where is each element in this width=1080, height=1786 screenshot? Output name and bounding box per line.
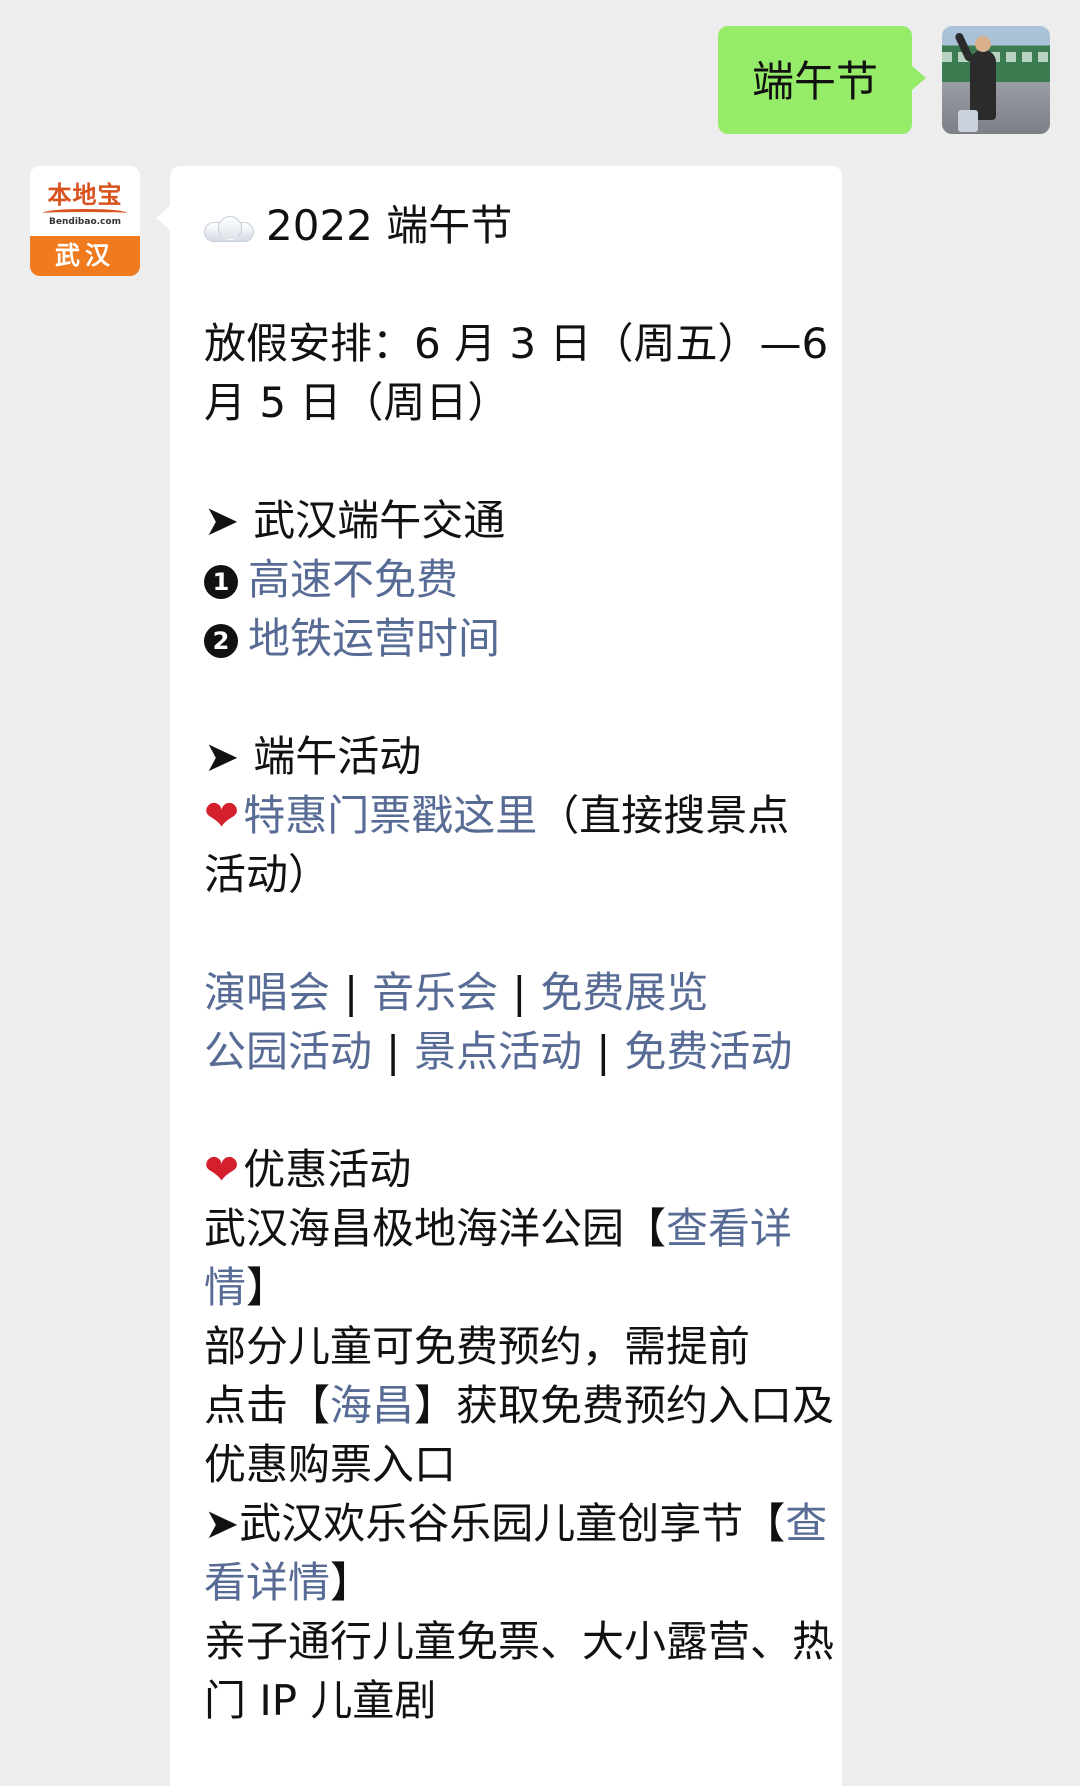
activities-heading: 端午活动 bbox=[253, 732, 422, 781]
category-links-row-2: 公园活动 | 景点活动 | 免费活动 bbox=[204, 1022, 808, 1081]
traffic-heading-line: ➤ 武汉端午交通 bbox=[204, 491, 808, 550]
tickets-line: ❤特惠门票戳这里（直接搜景点 bbox=[204, 786, 808, 845]
park-activities-link[interactable]: 公园活动 bbox=[204, 1027, 372, 1076]
user-message-text: 端午节 bbox=[751, 57, 878, 106]
haichang-line-2: 情】 bbox=[204, 1258, 808, 1317]
bot-message-bubble: 2022 端午节 放假安排：6 月 3 日（周五）—6 月 5 日（周日） ➤ 武… bbox=[156, 166, 842, 1786]
user-message-row: 端午节 bbox=[717, 26, 1050, 134]
bot-logo: 本地宝 Bendibao.com bbox=[30, 166, 140, 236]
user-message-bubble[interactable]: 端午节 bbox=[717, 26, 927, 134]
music-concert-link[interactable]: 音乐会 bbox=[372, 968, 498, 1017]
traffic-item-2: 2 地铁运营时间 bbox=[204, 609, 808, 668]
message-title-line: 2022 端午节 bbox=[204, 196, 808, 255]
separator: | bbox=[596, 1027, 611, 1076]
tickets-note-line-2: 活动） bbox=[204, 850, 331, 899]
haichang-desc-suffix: 】获取免费预约入口及 bbox=[414, 1381, 835, 1430]
heart-icon: ❤ bbox=[204, 1145, 240, 1194]
bot-logo-city: 武汉 bbox=[30, 236, 140, 276]
highway-toll-link[interactable]: 高速不免费 bbox=[248, 555, 458, 604]
bot-avatar[interactable]: 本地宝 Bendibao.com 武汉 bbox=[30, 166, 140, 276]
separator: | bbox=[512, 968, 527, 1017]
tickets-note: （直接搜景点 bbox=[537, 791, 790, 840]
arrow-icon: ➤ bbox=[204, 1499, 240, 1548]
happyvalley-detail-link-cont[interactable]: 看详情 bbox=[204, 1558, 330, 1607]
discount-heading: 优惠活动 bbox=[243, 1145, 412, 1194]
message-title: 2022 端午节 bbox=[266, 201, 513, 250]
bot-message-row: 本地宝 Bendibao.com 武汉 2022 端午节 放假安排：6 月 3 … bbox=[30, 166, 842, 1786]
cloud-icon bbox=[204, 215, 254, 242]
scenic-activities-link[interactable]: 景点活动 bbox=[414, 1027, 582, 1076]
free-exhibition-link[interactable]: 免费展览 bbox=[540, 968, 708, 1017]
bot-logo-brand: 本地宝 bbox=[47, 180, 123, 209]
arrow-icon: ➤ bbox=[204, 732, 240, 781]
haichang-desc-line-1: 部分儿童可免费预约，需提前 bbox=[204, 1322, 751, 1371]
close-bracket: 】 bbox=[246, 1263, 289, 1312]
haichang-desc-line-2: 点击【海昌】获取免费预约入口及 bbox=[204, 1376, 834, 1435]
discount-heading-line: ❤优惠活动 bbox=[204, 1140, 808, 1199]
happyvalley-detail-link[interactable]: 查 bbox=[785, 1499, 827, 1548]
number-1-icon: 1 bbox=[204, 565, 238, 599]
haichang-detail-link[interactable]: 查看详 bbox=[666, 1204, 792, 1253]
haichang-line-1: 武汉海昌极地海洋公园【查看详 bbox=[204, 1199, 808, 1258]
avatar-train-windows bbox=[942, 52, 1050, 62]
free-activities-link[interactable]: 免费活动 bbox=[624, 1027, 792, 1076]
happyvalley-line-2: 看详情】 bbox=[204, 1553, 808, 1612]
happyvalley-name: 武汉欢乐谷乐园儿童创享节【 bbox=[239, 1499, 786, 1548]
haichang-desc-prefix: 点击【 bbox=[204, 1381, 331, 1430]
happyvalley-line-1: ➤武汉欢乐谷乐园儿童创享节【查 bbox=[204, 1494, 827, 1553]
discount-tickets-link[interactable]: 特惠门票戳这里 bbox=[243, 791, 537, 840]
holiday-line-2: 月 5 日（周日） bbox=[204, 378, 510, 427]
holiday-line-1: 放假安排：6 月 3 日（周五）—6 bbox=[204, 319, 829, 368]
user-avatar[interactable] bbox=[942, 26, 1050, 134]
haichang-detail-link-cont[interactable]: 情 bbox=[204, 1263, 246, 1312]
bot-logo-swoosh bbox=[43, 209, 127, 217]
category-links-row-1: 演唱会 | 音乐会 | 免费展览 bbox=[204, 963, 808, 1022]
number-2-icon: 2 bbox=[204, 624, 238, 658]
separator: | bbox=[344, 968, 359, 1017]
bot-logo-domain: Bendibao.com bbox=[49, 217, 121, 227]
arrow-icon: ➤ bbox=[204, 496, 240, 545]
concert-link[interactable]: 演唱会 bbox=[204, 968, 330, 1017]
avatar-suitcase bbox=[958, 110, 978, 132]
traffic-item-1: 1 高速不免费 bbox=[204, 550, 808, 609]
happyvalley-desc-line-2: 门 IP 儿童剧 bbox=[204, 1676, 437, 1725]
haichang-desc-line-3: 优惠购票入口 bbox=[204, 1440, 457, 1489]
traffic-heading: 武汉端午交通 bbox=[253, 496, 506, 545]
haichang-link[interactable]: 海昌 bbox=[330, 1381, 414, 1430]
happyvalley-desc-line-1: 亲子通行儿童免票、大小露营、热 bbox=[204, 1617, 835, 1666]
heart-icon: ❤ bbox=[204, 791, 240, 840]
close-bracket: 】 bbox=[330, 1558, 373, 1607]
metro-hours-link[interactable]: 地铁运营时间 bbox=[248, 614, 500, 663]
haichang-name: 武汉海昌极地海洋公园【 bbox=[204, 1204, 667, 1253]
activities-heading-line: ➤ 端午活动 bbox=[204, 727, 808, 786]
separator: | bbox=[386, 1027, 401, 1076]
